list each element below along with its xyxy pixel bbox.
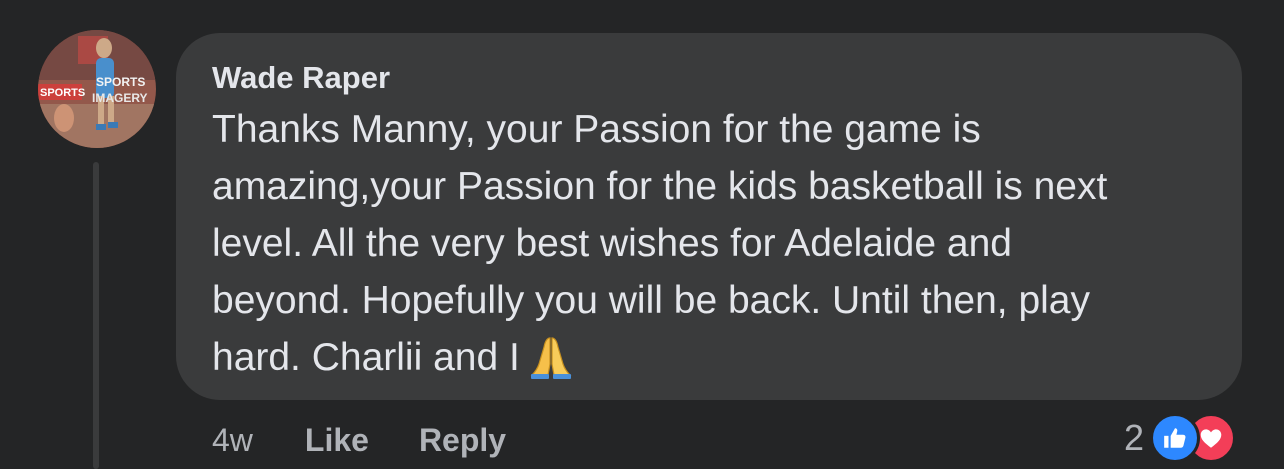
avatar-image: SPORTS SPORTS IMAGERY — [38, 30, 156, 148]
comment-line: beyond. Hopefully you will be back. Unti… — [212, 279, 1090, 322]
reply-button[interactable]: Reply — [419, 422, 506, 459]
avatar[interactable]: SPORTS SPORTS IMAGERY — [38, 30, 156, 148]
comment-line-last: hard. Charlii and I — [212, 329, 1212, 396]
comment-text: Thanks Manny, your Passion for the game … — [212, 101, 1212, 396]
comment-line: Thanks Manny, your Passion for the game … — [212, 108, 981, 151]
comment-timestamp[interactable]: 4w — [212, 422, 253, 459]
reaction-summary[interactable]: 2 — [1124, 412, 1237, 464]
comment-line: amazing,your Passion for the kids basket… — [212, 165, 1108, 208]
comment-line-text: hard. Charlii and I — [212, 336, 520, 379]
comment-line: level. All the very best wishes for Adel… — [212, 222, 1012, 265]
reaction-count: 2 — [1124, 417, 1145, 458]
comment-actions: 4w Like Reply — [212, 418, 506, 462]
like-button[interactable]: Like — [305, 422, 369, 459]
thread-line — [93, 162, 99, 469]
comment-bubble: Wade Raper Thanks Manny, your Passion fo… — [176, 33, 1242, 400]
folded-hands-icon — [528, 334, 574, 396]
like-icon — [1150, 413, 1201, 463]
comment-author[interactable]: Wade Raper — [212, 59, 1212, 97]
